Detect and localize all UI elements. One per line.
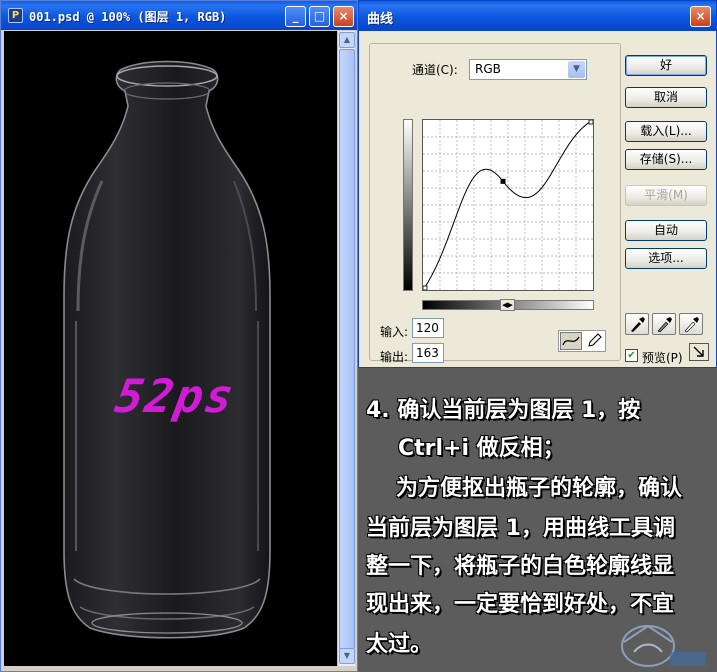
ok-button[interactable]: 好 — [625, 55, 707, 76]
output-gradient-bar — [403, 119, 413, 291]
tutorial-line: 当前层为图层 1，用曲线工具调 — [366, 516, 675, 541]
minimize-button[interactable]: _ — [285, 6, 306, 27]
photoshop-document-icon[interactable]: P — [8, 8, 23, 23]
channel-label: 通道(C): — [412, 63, 458, 77]
document-window: P 001.psd @ 100% (图层 1, RGB) _ □ × 52ps … — [0, 0, 358, 672]
document-titlebar[interactable]: P 001.psd @ 100% (图层 1, RGB) _ □ × — [1, 1, 357, 30]
curves-close-button[interactable]: × — [690, 6, 711, 27]
tutorial-line: 整一下，将瓶子的白色轮廓线显 — [366, 554, 675, 579]
chevron-down-icon[interactable]: ▼ — [568, 61, 585, 78]
preview-checkbox[interactable]: ✔ — [625, 349, 638, 362]
auto-button[interactable]: 自动 — [625, 220, 707, 241]
output-value-field[interactable]: 163 — [412, 343, 444, 363]
scroll-down-arrow-icon[interactable]: ▼ — [339, 648, 355, 664]
glass-bottle-image — [63, 60, 271, 639]
load-button[interactable]: 载入(L)... — [625, 121, 707, 142]
curve-point-tool-icon[interactable] — [560, 332, 582, 350]
pencil-tool-icon[interactable] — [583, 332, 605, 350]
image-canvas[interactable]: 52ps — [4, 31, 337, 666]
curve-end-point — [588, 119, 594, 125]
channel-value: RGB — [475, 62, 501, 76]
curve-control-point — [500, 178, 506, 184]
curve-tool-group — [558, 330, 606, 352]
watermark-52ps: 52ps — [111, 369, 240, 423]
site-logo-seal-icon — [621, 624, 706, 667]
white-eyedropper-icon[interactable] — [679, 313, 703, 335]
curves-titlebar[interactable]: 曲线 × — [359, 1, 716, 31]
swap-gradient-arrows-icon[interactable]: ◀▶ — [500, 299, 515, 311]
curve-start-point — [422, 285, 428, 291]
input-value-field[interactable]: 120 — [412, 318, 444, 338]
curve-graph-svg[interactable] — [422, 119, 594, 291]
options-button[interactable]: 选项... — [625, 248, 707, 269]
cancel-button[interactable]: 取消 — [625, 87, 707, 108]
tutorial-line: 太过。 — [366, 632, 433, 657]
black-eyedropper-icon[interactable] — [625, 313, 649, 335]
vertical-scrollbar[interactable]: ▲ ▼ — [337, 31, 355, 666]
tutorial-line: Ctrl+i 做反相； — [398, 436, 565, 461]
curves-body: 通道(C): RGB ▼ ◀▶ 输入: 120 输出: 163 好 取消 载入(… — [359, 31, 716, 367]
close-button[interactable]: × — [333, 6, 354, 27]
save-button[interactable]: 存储(S)... — [625, 149, 707, 170]
scroll-up-arrow-icon[interactable]: ▲ — [339, 32, 355, 48]
curves-title: 曲线 — [367, 12, 394, 27]
smooth-button[interactable]: 平滑(M) — [625, 185, 707, 206]
expand-dialog-icon[interactable] — [689, 343, 709, 361]
tutorial-line: 4. 确认当前层为图层 1，按 — [366, 398, 641, 423]
gray-eyedropper-icon[interactable] — [652, 313, 676, 335]
output-label: 输出: — [380, 350, 409, 364]
curves-dialog: 曲线 × 通道(C): RGB ▼ ◀▶ 输入: 120 输出: 163 好 取… — [358, 0, 717, 368]
scroll-thumb[interactable] — [339, 49, 355, 649]
document-title: 001.psd @ 100% (图层 1, RGB) — [29, 10, 227, 24]
input-label: 输入: — [380, 325, 409, 339]
curves-group-box: 通道(C): RGB ▼ ◀▶ 输入: 120 输出: 163 — [369, 43, 621, 364]
preview-label: 预览(P) — [642, 351, 683, 365]
maximize-button[interactable]: □ — [309, 6, 330, 27]
channel-select[interactable]: RGB ▼ — [469, 59, 587, 80]
tutorial-line: 为方便抠出瓶子的轮廓，确认 — [396, 476, 683, 501]
curve-graph[interactable] — [422, 119, 594, 291]
